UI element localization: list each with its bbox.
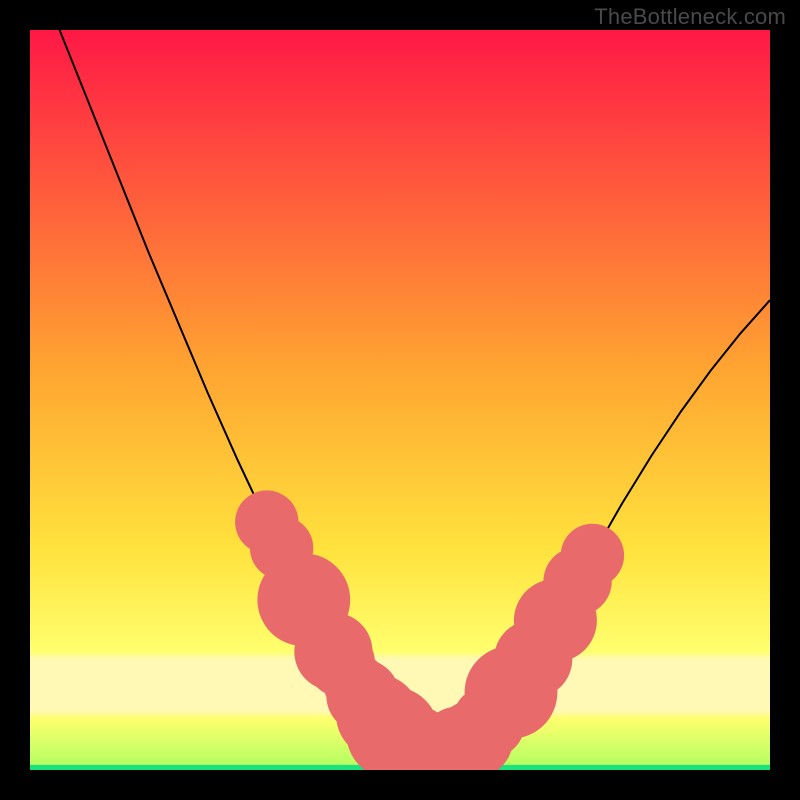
chart-plot-area [30,30,770,770]
watermark-text: TheBottleneck.com [594,4,786,30]
gradient-background [30,30,770,770]
outer-frame: TheBottleneck.com [0,0,800,800]
chart-svg [30,30,770,770]
marker-dot [561,524,624,587]
